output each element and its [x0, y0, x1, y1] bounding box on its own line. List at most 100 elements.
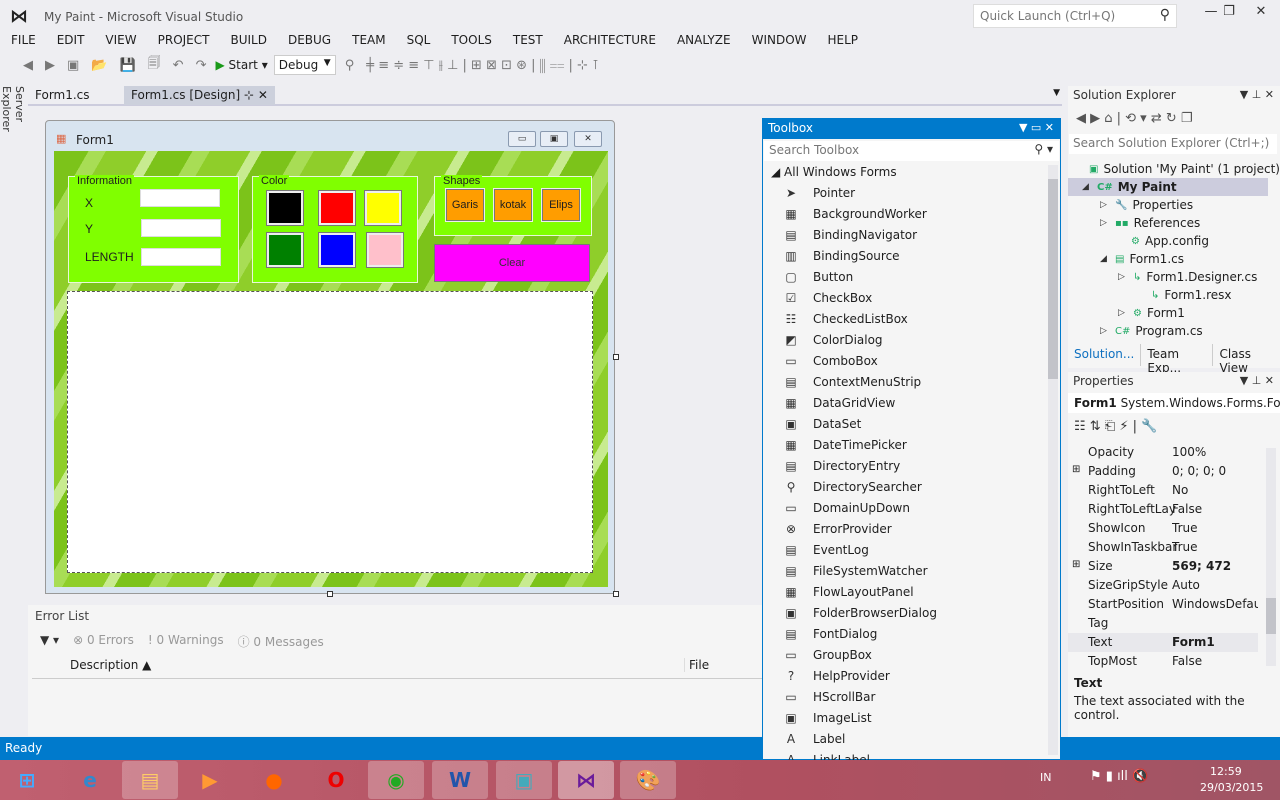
tab-form1-design[interactable]: Form1.cs [Design] ⊹ ✕ — [124, 86, 275, 105]
toolbox-item-filesystemwatcher[interactable]: ▤ FileSystemWatcher — [783, 560, 927, 581]
forward-icon[interactable]: ▶ — [42, 58, 58, 73]
tab-team-explorer[interactable]: Team Exp... — [1140, 344, 1212, 375]
property-row-padding[interactable]: ⊞ Padding 0; 0; 0; 0 — [1068, 462, 1258, 481]
firefox-icon[interactable]: ● — [246, 761, 302, 799]
menu-architecture[interactable]: ARCHITECTURE — [553, 32, 666, 50]
menu-team[interactable]: TEAM — [341, 32, 395, 50]
form1-window[interactable]: ▦ Form1 ▭ ▣ ✕ Information X Y LENGTH Col… — [45, 120, 615, 594]
expand-arrow-icon[interactable]: ◢ — [1100, 254, 1110, 264]
property-row-text[interactable]: Text Form1 — [1068, 633, 1258, 652]
open-icon[interactable]: 📂 — [88, 58, 110, 73]
color-green-button[interactable] — [266, 232, 304, 268]
resize-handle-corner[interactable] — [613, 591, 619, 597]
new-project-icon[interactable]: ▣ — [64, 58, 82, 73]
drawing-panel[interactable] — [67, 291, 593, 573]
solution-search-input[interactable]: Search Solution Explorer (Ctrl+;) — [1069, 134, 1277, 154]
menu-edit[interactable]: EDIT — [46, 32, 95, 50]
toolbox-scrollbar[interactable] — [1048, 165, 1058, 755]
property-value[interactable]: WindowsDefault — [1172, 597, 1258, 611]
configuration-select[interactable]: Debug ▼ — [273, 55, 336, 75]
find-icon[interactable]: ⚲ — [342, 58, 358, 73]
property-value[interactable]: 569; 472 — [1172, 559, 1258, 573]
close-tab-icon[interactable]: ✕ — [258, 88, 268, 102]
color-black-button[interactable] — [266, 190, 304, 226]
close-button[interactable]: ✕ — [1244, 4, 1278, 26]
tab-solution[interactable]: Solution... — [1068, 344, 1140, 366]
form-close-button[interactable]: ✕ — [574, 131, 602, 147]
visual-studio-icon[interactable]: ⋈ — [558, 761, 614, 799]
expand-icon[interactable]: ⊞ — [1072, 559, 1080, 570]
expand-arrow-icon[interactable]: ▷ — [1100, 326, 1110, 336]
property-row-showintaskbar[interactable]: ShowInTaskbar True — [1068, 538, 1258, 557]
property-value[interactable]: False — [1172, 502, 1258, 516]
resize-handle-right[interactable] — [613, 354, 619, 360]
menu-help[interactable]: HELP — [817, 32, 869, 50]
toolbox-item-eventlog[interactable]: ▤ EventLog — [783, 539, 868, 560]
menu-build[interactable]: BUILD — [219, 32, 276, 50]
property-value[interactable]: No — [1172, 483, 1258, 497]
redo-icon[interactable]: ↷ — [193, 58, 210, 73]
property-value[interactable]: Auto — [1172, 578, 1258, 592]
property-row-showicon[interactable]: ShowIcon True — [1068, 519, 1258, 538]
menu-project[interactable]: PROJECT — [147, 32, 220, 50]
toolbox-item-folderbrowserdialog[interactable]: ▣ FolderBrowserDialog — [783, 602, 937, 623]
toolbox-item-bindingsource[interactable]: ▥ BindingSource — [783, 245, 899, 266]
panel-controls-icon[interactable]: ▼ ⊥ ✕ — [1240, 374, 1274, 387]
file-explorer-icon[interactable]: ▤ — [122, 761, 178, 799]
property-value[interactable]: 100% — [1172, 445, 1258, 459]
photo-viewer-icon[interactable]: ▣ — [496, 761, 552, 799]
length-textbox[interactable] — [141, 248, 221, 266]
filter-icon[interactable]: ▼ ▾ — [40, 633, 59, 650]
chrome-icon[interactable]: ◉ — [368, 761, 424, 799]
tree-item[interactable]: ◢ ▤ Form1.cs — [1100, 250, 1184, 268]
opera-icon[interactable]: O — [308, 761, 364, 799]
toolbox-item-directoryentry[interactable]: ▤ DirectoryEntry — [783, 455, 900, 476]
property-value[interactable]: Form1 — [1172, 635, 1258, 649]
tree-item[interactable]: ⚙ App.config — [1116, 232, 1209, 250]
tree-item[interactable]: ▷ ↳ Form1.Designer.cs — [1118, 268, 1257, 286]
toolbox-item-dataset[interactable]: ▣ DataSet — [783, 413, 861, 434]
tree-item[interactable]: ▣ Solution 'My Paint' (1 project) — [1074, 160, 1280, 178]
paint-icon[interactable]: 🎨 — [620, 761, 676, 799]
quick-launch-input[interactable]: Quick Launch (Ctrl+Q) ⚲ — [973, 4, 1177, 28]
toolbox-item-groupbox[interactable]: ▭ GroupBox — [783, 644, 872, 665]
menu-analyze[interactable]: ANALYZE — [666, 32, 741, 50]
file-column-header[interactable]: File — [684, 658, 709, 672]
toolbox-item-errorprovider[interactable]: ⊗ ErrorProvider — [783, 518, 892, 539]
tree-item[interactable]: ↳ Form1.resx — [1136, 286, 1231, 304]
warnings-filter[interactable]: ! 0 Warnings — [148, 633, 224, 650]
messages-filter[interactable]: ⓘ 0 Messages — [238, 633, 324, 650]
align-icons[interactable]: ╪ ≡ ≑ ≡ ⊤ ⫲ ⊥ | ⊞ ⊠ ⊡ ⊛ | ⫼ ⩵ | ⊹ ⊺ — [363, 58, 602, 73]
media-player-icon[interactable]: ▶ — [182, 761, 238, 799]
clock-time[interactable]: 12:59 — [1210, 765, 1242, 778]
properties-scrollbar[interactable] — [1266, 448, 1276, 666]
property-row-opacity[interactable]: Opacity 100% — [1068, 443, 1258, 462]
y-textbox[interactable] — [141, 219, 221, 237]
expand-arrow-icon[interactable]: ▷ — [1100, 218, 1110, 228]
pin-icon[interactable]: ⊹ — [244, 88, 254, 102]
undo-icon[interactable]: ↶ — [170, 58, 187, 73]
word-icon[interactable]: W — [432, 761, 488, 799]
property-row-topmost[interactable]: TopMost False — [1068, 652, 1258, 671]
tree-item[interactable]: ▷ C# Program.cs — [1100, 322, 1203, 340]
toolbox-item-domainupdown[interactable]: ▭ DomainUpDown — [783, 497, 910, 518]
save-icon[interactable]: 💾 — [116, 58, 138, 73]
toolbox-item-bindingnavigator[interactable]: ▤ BindingNavigator — [783, 224, 917, 245]
toolbox-item-colordialog[interactable]: ◩ ColorDialog — [783, 329, 882, 350]
panel-controls-icon[interactable]: ▼ ▭ ✕ — [1019, 121, 1054, 134]
toolbox-group-all-windows-forms[interactable]: ◢ All Windows Forms — [771, 165, 897, 179]
property-row-size[interactable]: ⊞ Size 569; 472 — [1068, 557, 1258, 576]
form-maximize-button[interactable]: ▣ — [540, 131, 568, 147]
menu-sql[interactable]: SQL — [396, 32, 441, 50]
clear-button[interactable]: Clear — [434, 244, 590, 282]
internet-explorer-icon[interactable]: e — [62, 761, 118, 799]
tab-class-view[interactable]: Class View — [1212, 344, 1280, 375]
toolbox-item-label[interactable]: A Label — [783, 728, 845, 749]
description-column-header[interactable]: Description ▲ — [70, 658, 151, 672]
toolbox-search-input[interactable]: Search Toolbox ⚲ ▾ — [764, 141, 1059, 161]
back-icon[interactable]: ◀ — [20, 58, 36, 73]
start-button[interactable]: ▶ Start ▾ — [215, 58, 267, 72]
properties-toolbar[interactable]: ☷ ⇅ ⎗ ⚡ | 🔧 — [1074, 419, 1157, 434]
toolbox-item-checkbox[interactable]: ☑ CheckBox — [783, 287, 873, 308]
property-row-startposition[interactable]: StartPosition WindowsDefault — [1068, 595, 1258, 614]
